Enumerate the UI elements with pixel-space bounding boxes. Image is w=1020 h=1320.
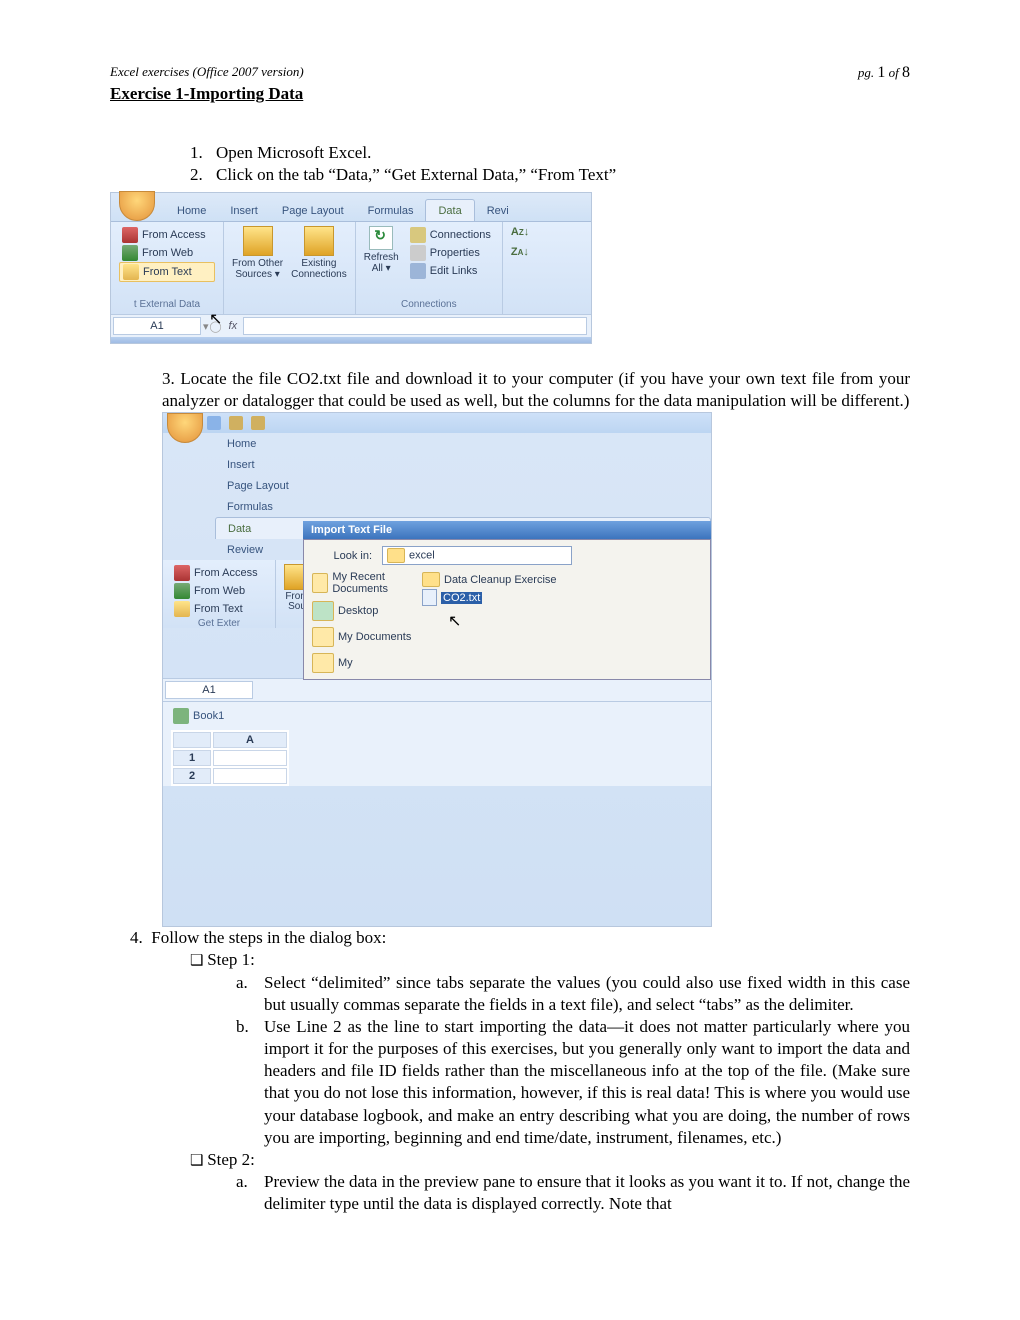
- step4-step1: Step 1: a.Select “delimited” since tabs …: [190, 949, 910, 1148]
- screenshot-ribbon-1: Home Insert Page Layout Formulas Data Re…: [110, 192, 592, 344]
- workbook-title: Book1: [167, 706, 711, 726]
- from-web-button[interactable]: From Web: [119, 244, 215, 262]
- name-box-2[interactable]: A1: [165, 681, 253, 699]
- page-title: Exercise 1-Importing Data: [110, 84, 910, 104]
- places-bar: My Recent Documents Desktop My Documents…: [312, 571, 412, 673]
- mydocs-icon: [312, 627, 334, 647]
- step4-1b: b.Use Line 2 as the line to start import…: [236, 1016, 910, 1149]
- from-access-button-2[interactable]: From Access: [171, 564, 267, 582]
- cursor-icon: ↖: [209, 309, 222, 329]
- connections-button[interactable]: Connections: [407, 226, 494, 244]
- excel-icon: [173, 708, 189, 724]
- row-1-header[interactable]: 1: [173, 750, 211, 766]
- refresh-all-button[interactable]: RefreshAll ▾: [364, 226, 399, 274]
- sort-az-button[interactable]: AZ↓: [511, 226, 529, 238]
- recent-icon: [312, 573, 328, 593]
- my-computer-button[interactable]: My: [312, 653, 412, 673]
- qat-save-icon[interactable]: [207, 416, 221, 430]
- quick-access-toolbar: [163, 413, 711, 433]
- group-connections: Connections: [364, 299, 494, 312]
- connections-icon: [410, 227, 426, 243]
- recent-documents-button[interactable]: My Recent Documents: [312, 571, 412, 595]
- header-right: pg. 1 of 8: [858, 64, 910, 82]
- lookin-label: Look in:: [312, 550, 372, 562]
- text-icon: [123, 264, 139, 280]
- qat-undo-icon[interactable]: [229, 416, 243, 430]
- tab-page-layout[interactable]: Page Layout: [270, 200, 356, 221]
- tab-home-2[interactable]: Home: [215, 433, 711, 454]
- step4-2a: a.Preview the data in the preview pane t…: [236, 1171, 910, 1215]
- from-access-button[interactable]: From Access: [119, 226, 215, 244]
- col-a-header[interactable]: A: [213, 732, 287, 748]
- folder-icon: [387, 548, 405, 563]
- cell-a2[interactable]: [213, 768, 287, 784]
- ribbon-tabs: Home Insert Page Layout Formulas Data Re…: [111, 193, 591, 222]
- cursor-icon-2: ↖: [448, 613, 461, 630]
- formula-bar: A1 ▾ ◯ fx: [111, 314, 591, 337]
- folder-icon-2: [422, 572, 440, 587]
- links-icon: [410, 263, 426, 279]
- ribbon-body: From Access From Web From Text t Externa…: [111, 222, 591, 314]
- screenshot-import-dialog: Home Insert Page Layout Formulas Data Re…: [162, 412, 712, 927]
- from-other-sources-button[interactable]: From OtherSources ▾: [232, 226, 283, 280]
- formula-input[interactable]: [243, 317, 587, 335]
- file-co2-txt[interactable]: CO2.txt: [422, 588, 702, 607]
- tab-home[interactable]: Home: [165, 200, 218, 221]
- text-icon-2: [174, 601, 190, 617]
- spreadsheet-grid[interactable]: A 1 2: [171, 730, 289, 786]
- group-external-data: t External Data: [119, 299, 215, 312]
- running-header: Excel exercises (Office 2007 version) pg…: [110, 64, 910, 82]
- formula-bar-2: A1: [163, 678, 711, 701]
- from-text-button-2[interactable]: From Text: [171, 600, 267, 618]
- cell-a1[interactable]: [213, 750, 287, 766]
- refresh-icon: [369, 226, 393, 250]
- properties-icon: [410, 245, 426, 261]
- edit-links-button[interactable]: Edit Links: [407, 262, 494, 280]
- web-icon: [122, 245, 138, 261]
- other-sources-icon: [243, 226, 273, 256]
- step-3: 3. Locate the file CO2.txt file and down…: [162, 368, 910, 412]
- main-steps-list: 1.Open Microsoft Excel. 2.Click on the t…: [190, 142, 910, 186]
- step4-step2: Step 2: a.Preview the data in the previe…: [190, 1149, 910, 1216]
- office-button-icon[interactable]: [119, 191, 155, 221]
- group-get-exter: Get Exter: [171, 618, 267, 631]
- tab-review[interactable]: Revi: [475, 200, 521, 221]
- existing-connections-icon: [304, 226, 334, 256]
- tab-formulas-2[interactable]: Formulas: [215, 496, 711, 517]
- tab-insert-2[interactable]: Insert: [215, 454, 711, 475]
- lookin-dropdown[interactable]: excel: [382, 546, 572, 565]
- row-2-header[interactable]: 2: [173, 768, 211, 784]
- properties-button[interactable]: Properties: [407, 244, 494, 262]
- tab-formulas[interactable]: Formulas: [356, 200, 426, 221]
- qat-redo-icon[interactable]: [251, 416, 265, 430]
- tab-insert[interactable]: Insert: [218, 200, 270, 221]
- step-2: 2.Click on the tab “Data,” “Get External…: [190, 164, 910, 186]
- dialog-title: Import Text File: [303, 521, 711, 539]
- fx-label[interactable]: fx: [223, 320, 244, 332]
- web-icon-2: [174, 583, 190, 599]
- access-icon: [122, 227, 138, 243]
- desktop-button[interactable]: Desktop: [312, 601, 412, 621]
- desktop-icon: [312, 601, 334, 621]
- workbook-window: Book1 A 1 2: [163, 701, 711, 786]
- tab-page-layout-2[interactable]: Page Layout: [215, 475, 711, 496]
- step-1: 1.Open Microsoft Excel.: [190, 142, 910, 164]
- tab-data[interactable]: Data: [425, 199, 474, 221]
- file-list: Data Cleanup Exercise CO2.txt ↖: [422, 571, 702, 641]
- from-web-button-2[interactable]: From Web: [171, 582, 267, 600]
- mycomp-icon: [312, 653, 334, 673]
- header-left: Excel exercises (Office 2007 version): [110, 64, 304, 82]
- from-text-button[interactable]: From Text: [119, 262, 215, 282]
- dialog-body: Look in: excel My Recent Documents Deskt…: [303, 539, 711, 680]
- access-icon-2: [174, 565, 190, 581]
- step4-1a: a.Select “delimited” since tabs separate…: [236, 972, 910, 1016]
- folder-data-cleanup[interactable]: Data Cleanup Exercise: [422, 571, 702, 588]
- textfile-icon: [422, 589, 437, 606]
- existing-connections-button[interactable]: ExistingConnections: [291, 226, 347, 280]
- sort-za-button[interactable]: ZA↓: [511, 246, 529, 258]
- my-documents-button[interactable]: My Documents: [312, 627, 412, 647]
- step-4: 4. Follow the steps in the dialog box: S…: [130, 927, 910, 1215]
- name-box[interactable]: A1: [113, 317, 201, 335]
